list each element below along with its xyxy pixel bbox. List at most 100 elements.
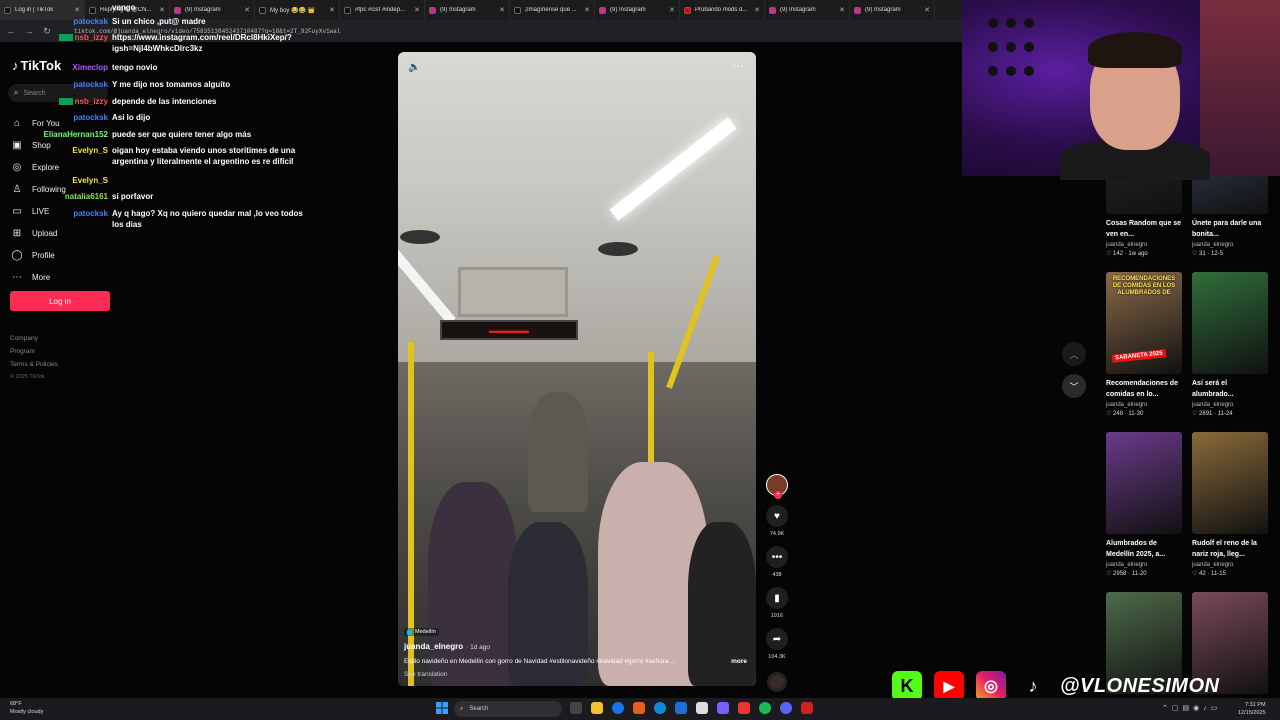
card-author[interactable]: juanda_elnegro [1106,562,1182,568]
discord-icon[interactable] [780,702,792,714]
upload-icon: ⊞ [12,227,22,239]
video-thumbnail[interactable] [1106,432,1182,534]
video-thumbnail[interactable] [1192,432,1268,534]
close-tab-icon[interactable]: ✕ [584,6,590,14]
chat-message: patocksk Y me dijo nos tomamos alguito [36,79,312,90]
browser-tab[interactable]: #fpc #cisf #indep... ✕ [340,0,425,20]
close-tab-icon[interactable]: ✕ [669,6,675,14]
browser-tab[interactable]: Probando mods d... ✕ [680,0,765,20]
chevron-down-icon[interactable]: ﹀ [1062,374,1086,398]
search-icon: ⌕ [460,705,464,712]
video-card[interactable]: Así será el alumbrado... juanda_elnegro ♡ … [1192,272,1268,417]
clock[interactable]: 7:31 PM 12/15/2025 [1238,701,1266,717]
close-tab-icon[interactable]: ✕ [414,6,420,14]
taskbar-apps [570,702,822,714]
card-title[interactable]: Rudolf el reno de la nariz roja, lleg... [1192,538,1268,560]
close-tab-icon[interactable]: ✕ [754,6,760,14]
chat-text: puede ser que quiere tener algo más [112,130,252,139]
browser-tab[interactable]: ¡Imagínense que ... ✕ [510,0,595,20]
browser-tab[interactable]: (9) Instagram ✕ [595,0,680,20]
browser-tab[interactable]: (9) Instagram ✕ [850,0,935,20]
browser-tab[interactable]: (9) Instagram ✕ [425,0,510,20]
tab-favicon-icon [769,6,776,14]
app-icon[interactable] [738,702,750,714]
kick-icon: K [892,671,922,701]
like-action[interactable]: ♥ 74.9K [764,505,790,537]
tab-title: (9) Instagram [780,7,816,13]
heart-icon[interactable]: ♥ [766,505,788,527]
back-icon[interactable]: ← [4,26,18,36]
share-action[interactable]: ➦ 104.3K [764,628,790,660]
weather-widget[interactable]: 68°F Mostly cloudy [10,700,43,716]
footer-link-terms[interactable]: Terms & Policies [10,358,58,371]
card-title[interactable]: Únete para darle una bonita... [1192,218,1268,240]
video-player[interactable]: ▬▬▬▬▬ 🔈 ··· Medellín juanda_elnegro · 1d … [398,52,756,686]
comment-action[interactable]: ••• 438 [764,546,790,578]
close-tab-icon[interactable]: ✕ [839,6,845,14]
system-tray[interactable]: ⌃▢▤◉♪▭ [1162,704,1221,712]
forward-icon[interactable]: → [22,26,36,36]
music-disc-icon[interactable] [767,672,787,692]
passenger [528,392,588,512]
sub-badge-icon [58,98,73,106]
edge-icon[interactable] [654,702,666,714]
taskbar-search-label: Search [469,706,489,712]
card-author[interactable]: juanda_elnegro [1192,562,1268,568]
chat-text: Si un chico ,put@ madre [112,17,206,26]
card-author[interactable]: juanda_elnegro [1192,402,1268,408]
chat-message: nsb_izzy depende de las intenciones [36,96,312,107]
more-link[interactable]: more [731,658,747,665]
card-author[interactable]: juanda_elnegro [1192,242,1268,248]
streamer-hair [1088,32,1182,68]
location-icon [407,629,412,635]
card-author[interactable]: juanda_elnegro [1106,242,1182,248]
taskbar-search[interactable]: ⌕ Search [454,701,562,717]
footer-link-program[interactable]: Program [10,345,58,358]
save-action[interactable]: ▮ 1916 [764,587,790,619]
login-button[interactable]: Log in [10,291,110,311]
close-tab-icon[interactable]: ✕ [329,6,335,14]
browser-tab[interactable]: (9) Instagram ✕ [765,0,850,20]
share-icon[interactable]: ➦ [766,628,788,650]
sidebar-item-profile[interactable]: ◯ Profile [10,244,66,266]
video-card[interactable]: Rudolf el reno de la nariz roja, lleg...… [1192,432,1268,577]
card-title[interactable]: Recomendaciones de comidas en lo... [1106,378,1182,400]
location-tag[interactable]: Medellín [404,628,439,636]
app-icon[interactable] [801,702,813,714]
spotify-icon[interactable] [759,702,771,714]
video-thumbnail[interactable] [1192,272,1268,374]
close-tab-icon[interactable]: ✕ [499,6,505,14]
chrome-icon[interactable] [612,702,624,714]
copyright: © 2025 TikTok [10,374,45,380]
screen: Log in | TikTok ✕ Replying to @CN... ✕ (9) I… [0,0,1280,720]
video-thumbnail[interactable]: RECOMENDACIONES DE COMIDAS EN LOS ALUMBR… [1106,272,1182,374]
card-author[interactable]: juanda_elnegro [1106,402,1182,408]
user-icon: ♙ [12,183,22,195]
card-title[interactable]: Alumbrados de Medellín 2025, a... [1106,538,1182,560]
see-translation-link[interactable]: See translation [404,671,749,678]
comment-icon[interactable]: ••• [766,546,788,568]
task-view-icon[interactable] [570,702,582,714]
chat-text: tengo novio [112,63,158,72]
windows-start-icon[interactable] [436,702,448,714]
location-text: Medellín [415,629,436,635]
card-title[interactable]: Así será el alumbrado... [1192,378,1268,400]
file-explorer-icon[interactable] [591,702,603,714]
video-card[interactable]: RECOMENDACIONES DE COMIDAS EN LOS ALUMBR… [1106,272,1182,417]
close-tab-icon[interactable]: ✕ [924,6,930,14]
app-icon[interactable] [696,702,708,714]
footer-link-company[interactable]: Company [10,332,58,345]
chevron-up-icon[interactable]: ︿ [1062,342,1086,366]
sidebar-item-more[interactable]: ⋯ More [10,266,66,288]
bookmark-icon[interactable]: ▮ [766,587,788,609]
creator-avatar[interactable]: + [766,474,788,499]
more-options-icon[interactable]: ··· [732,58,744,72]
app-icon[interactable] [675,702,687,714]
video-card[interactable]: Alumbrados de Medellín 2025, a... juanda_… [1106,432,1182,577]
app-icon[interactable] [717,702,729,714]
follow-plus-icon[interactable]: + [774,491,782,499]
card-title[interactable]: Cosas Random que se ven en... [1106,218,1182,240]
creator-name[interactable]: juanda_elnegro [404,642,463,651]
volume-icon[interactable]: 🔈 [408,62,420,73]
app-icon[interactable] [633,702,645,714]
